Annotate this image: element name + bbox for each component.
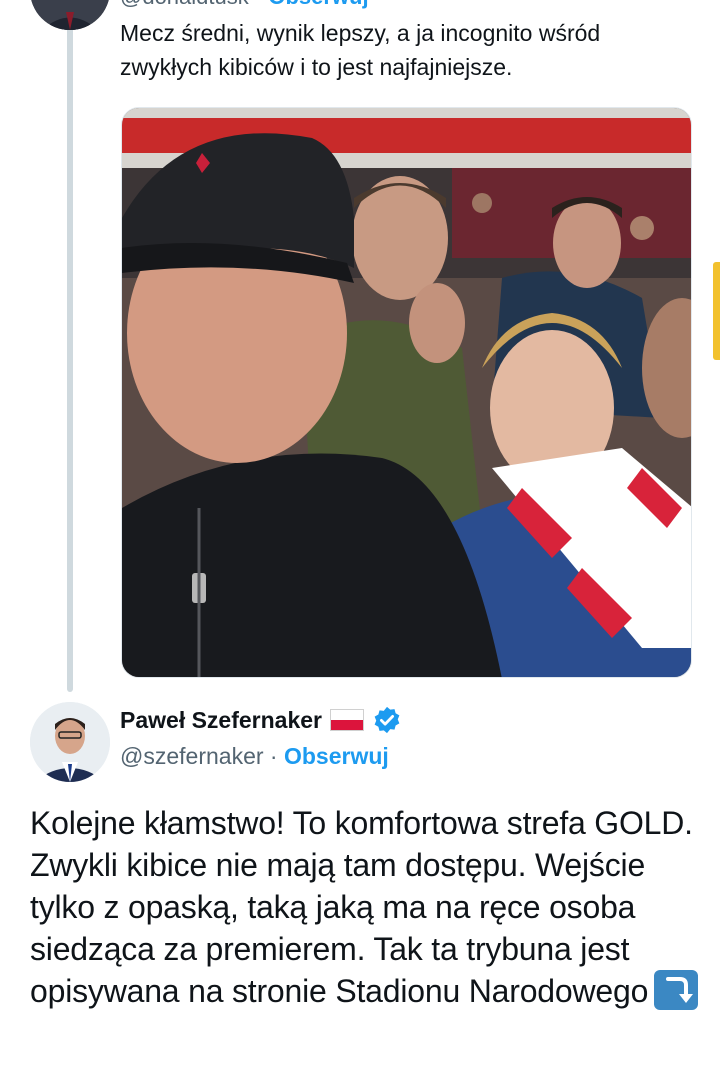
separator-dot: · bbox=[269, 743, 278, 769]
scroll-indicator[interactable] bbox=[713, 262, 720, 360]
thread-connector-line bbox=[67, 20, 73, 692]
verified-badge-icon bbox=[374, 706, 400, 734]
arrow-curving-down-emoji-icon bbox=[654, 970, 699, 1010]
author-avatar[interactable] bbox=[30, 702, 110, 782]
quoted-follow-button[interactable]: Obserwuj bbox=[268, 0, 368, 9]
tweet-photo[interactable] bbox=[121, 107, 692, 678]
quoted-tweet-text: Mecz średni, wynik lepszy, a ja incognit… bbox=[120, 20, 601, 80]
author-name[interactable]: Paweł Szefernaker bbox=[120, 707, 322, 734]
quoted-author-handle[interactable]: @donaldtusk bbox=[120, 0, 249, 9]
author-name-row: Paweł Szefernaker bbox=[120, 705, 402, 735]
quoted-author-avatar[interactable] bbox=[30, 0, 110, 30]
quoted-author-handle-row: @donaldtusk · Obserwuj bbox=[120, 0, 369, 10]
author-handle[interactable]: @szefernaker bbox=[120, 743, 264, 769]
poland-flag-icon bbox=[330, 709, 365, 731]
tweet-text: Kolejne kłamstwo! To komfortowa strefa G… bbox=[30, 802, 700, 1012]
follow-button[interactable]: Obserwuj bbox=[284, 743, 389, 769]
separator-dot: · bbox=[255, 0, 262, 9]
author-handle-row: @szefernaker · Obserwuj bbox=[120, 743, 389, 770]
tweet-body: Kolejne kłamstwo! To komfortowa strefa G… bbox=[30, 805, 693, 1009]
